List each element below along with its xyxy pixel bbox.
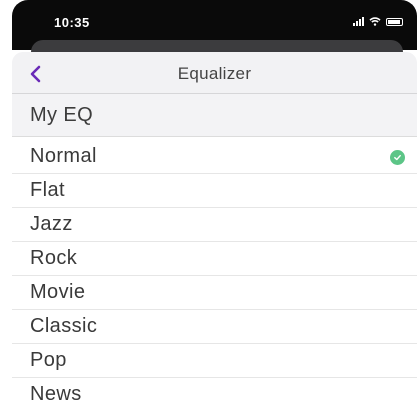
battery-icon (386, 17, 403, 26)
preset-label: Pop (30, 349, 67, 371)
eq-preset-list: Normal Flat Jazz Rock Movie Classic Pop … (12, 140, 417, 405)
eq-preset-normal[interactable]: Normal (12, 140, 417, 174)
my-eq-label: My EQ (30, 103, 94, 126)
preset-label: Normal (30, 145, 97, 167)
preset-label: Jazz (30, 213, 73, 235)
preset-label: Flat (30, 179, 65, 201)
eq-preset-news[interactable]: News (12, 378, 417, 405)
nav-bar: Equalizer (12, 52, 417, 94)
preset-label: Rock (30, 247, 78, 269)
preset-label: Movie (30, 281, 86, 303)
checkmark-circle-icon (390, 150, 405, 165)
eq-preset-jazz[interactable]: Jazz (12, 208, 417, 242)
eq-preset-movie[interactable]: Movie (12, 276, 417, 310)
eq-preset-classic[interactable]: Classic (12, 310, 417, 344)
my-eq-item[interactable]: My EQ (12, 94, 417, 137)
page-title: Equalizer (177, 64, 252, 83)
status-time: 10:35 (54, 15, 90, 30)
preset-label: News (30, 383, 82, 405)
eq-preset-flat[interactable]: Flat (12, 174, 417, 208)
wifi-icon (369, 17, 381, 26)
preset-label: Classic (30, 315, 98, 337)
status-icons (353, 17, 403, 26)
eq-preset-pop[interactable]: Pop (12, 344, 417, 378)
cellular-signal-icon (353, 17, 364, 26)
eq-preset-rock[interactable]: Rock (12, 242, 417, 276)
